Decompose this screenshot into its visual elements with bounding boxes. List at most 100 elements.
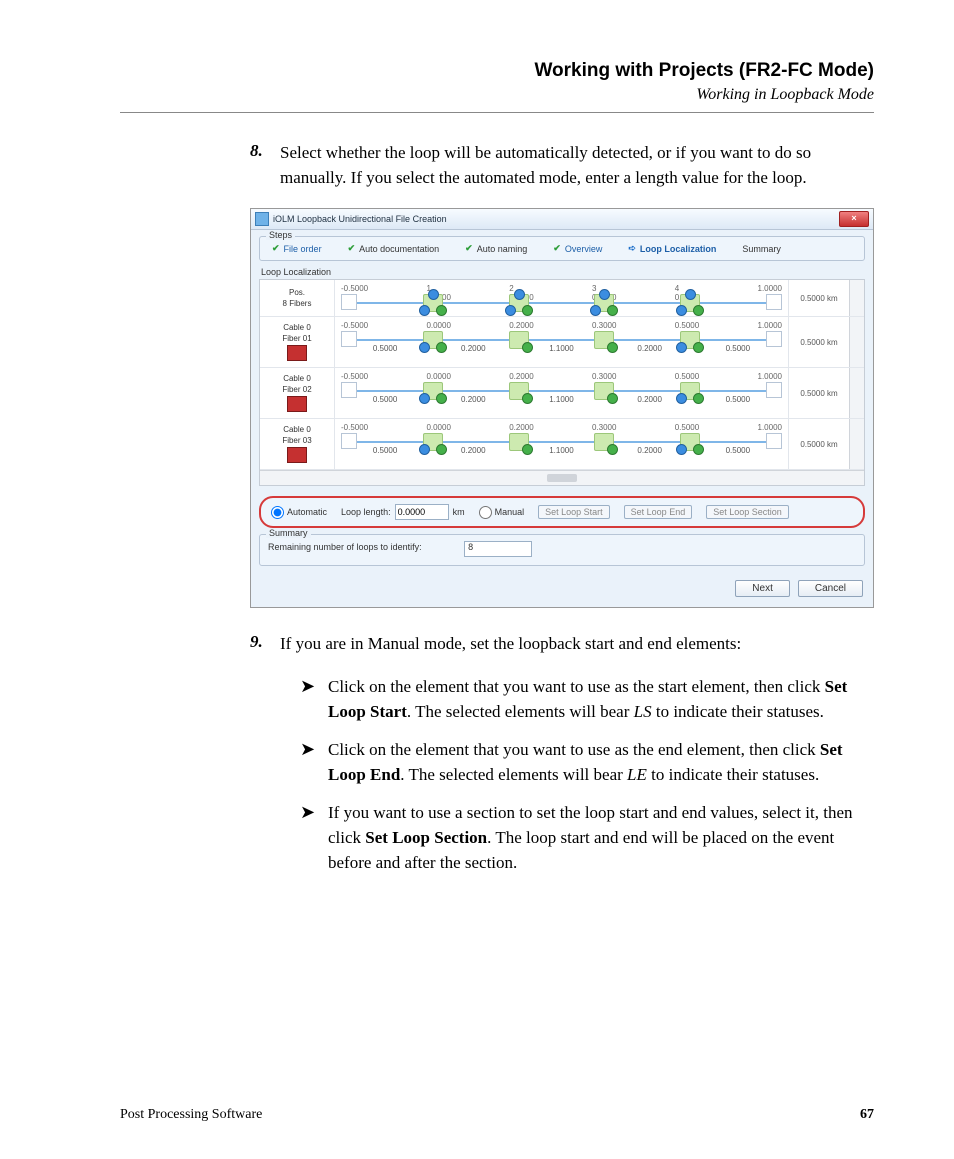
dialog-title: iOLM Loopback Unidirectional File Creati… <box>273 214 839 224</box>
info-badge-icon <box>514 289 525 300</box>
cancel-button[interactable]: Cancel <box>798 580 863 597</box>
step-summary-tab[interactable]: Summary <box>742 243 781 254</box>
step-auto-naming[interactable]: ✔Auto naming <box>465 243 527 254</box>
section-title: Working in Loopback Mode <box>120 86 874 104</box>
info-badge-icon <box>428 289 439 300</box>
bullet-arrow-icon: ➤ <box>300 675 328 724</box>
step-loop-localization[interactable]: ➪Loop Localization <box>628 243 716 254</box>
fiber-lane[interactable]: -0.5000 0.0000 0.2000 0.3000 0.5000 1.00… <box>335 419 788 469</box>
step-number: 8. <box>250 141 280 190</box>
badge-ok-icon <box>436 305 447 316</box>
km-total: 0.5000 km <box>788 368 849 418</box>
badge-a-icon <box>505 305 516 316</box>
check-icon: ✔ <box>465 243 473 254</box>
set-loop-start-button[interactable]: Set Loop Start <box>538 505 610 519</box>
page-footer: Post Processing Software 67 <box>120 1107 874 1123</box>
dialog-footer: Next Cancel <box>259 574 865 599</box>
event-node[interactable] <box>680 294 700 312</box>
step-auto-doc[interactable]: ✔Auto documentation <box>348 243 440 254</box>
pos-lane: -0.5000 10.0000 20.2000 30.3000 40.5000 … <box>335 280 788 316</box>
start-cap-icon[interactable] <box>341 294 357 310</box>
km-total: 0.5000 km <box>788 317 849 367</box>
bullet-1: ➤ Click on the element that you want to … <box>300 675 874 724</box>
info-badge-icon <box>599 289 610 300</box>
fiber-label: Cable 0 Fiber 03 <box>260 419 335 469</box>
step-8: 8. Select whether the loop will be autom… <box>250 141 874 190</box>
app-icon <box>255 212 269 226</box>
bullet-text: If you want to use a section to set the … <box>328 801 874 875</box>
event-node[interactable] <box>594 294 614 312</box>
hscroll[interactable] <box>260 470 864 485</box>
dialog-body: Steps ✔File order ✔Auto documentation ✔A… <box>251 230 873 607</box>
event-node[interactable] <box>509 294 529 312</box>
step-9: 9. If you are in Manual mode, set the lo… <box>250 632 874 657</box>
radio-automatic-input[interactable] <box>271 506 284 519</box>
info-badge-icon <box>685 289 696 300</box>
chapter-title: Working with Projects (FR2-FC Mode) <box>120 60 874 82</box>
badge-a-icon <box>590 305 601 316</box>
pos-header-cell: Pos. 8 Fibers <box>260 280 335 316</box>
fiber-label: Cable 0 Fiber 01 <box>260 317 335 367</box>
loop-mode-controls: Automatic Loop length: km Manual Set Loo… <box>259 496 865 528</box>
header-rule <box>120 112 874 113</box>
loop-length-input[interactable] <box>395 504 449 520</box>
step-text: If you are in Manual mode, set the loopb… <box>280 632 874 657</box>
check-icon: ✔ <box>348 243 356 254</box>
bullet-text: Click on the element that you want to us… <box>328 738 874 787</box>
dialog-titlebar: iOLM Loopback Unidirectional File Creati… <box>251 209 873 230</box>
set-loop-end-button[interactable]: Set Loop End <box>624 505 693 519</box>
arrow-icon: ➪ <box>628 243 636 254</box>
vscroll[interactable] <box>849 280 864 316</box>
radio-manual-input[interactable] <box>479 506 492 519</box>
badge-a-icon <box>676 305 687 316</box>
badge-a-icon <box>419 305 430 316</box>
summary-group: Summary Remaining number of loops to ide… <box>259 534 865 566</box>
end-cap-icon[interactable] <box>766 294 782 310</box>
km-total: 0.5000 km <box>788 419 849 469</box>
status-led-icon <box>287 345 307 361</box>
steps-group-label: Steps <box>266 230 295 240</box>
vscroll[interactable] <box>849 368 864 418</box>
dialog-screenshot: iOLM Loopback Unidirectional File Creati… <box>250 208 874 608</box>
fiber-row-2: Cable 0 Fiber 02 -0.5000 0.0000 0.2000 0… <box>260 368 864 419</box>
step-file-order[interactable]: ✔File order <box>272 243 322 254</box>
check-icon: ✔ <box>553 243 561 254</box>
loop-localization-label: Loop Localization <box>261 267 865 277</box>
step-text: Select whether the loop will be automati… <box>280 141 874 190</box>
page-number: 67 <box>860 1107 874 1123</box>
km-total: 0.5000 km <box>788 280 849 316</box>
summary-group-label: Summary <box>266 528 311 538</box>
set-loop-section-button[interactable]: Set Loop Section <box>706 505 789 519</box>
step-overview[interactable]: ✔Overview <box>553 243 602 254</box>
event-node[interactable] <box>423 294 443 312</box>
badge-ok-icon <box>607 305 618 316</box>
loop-length-field: Loop length: km <box>341 504 465 520</box>
fiber-row-1: Cable 0 Fiber 01 -0.5000 0.0000 0.2000 0… <box>260 317 864 368</box>
bullet-3: ➤ If you want to use a section to set th… <box>300 801 874 875</box>
step-number: 9. <box>250 632 280 657</box>
bullet-arrow-icon: ➤ <box>300 801 328 875</box>
position-row: Pos. 8 Fibers -0.5000 10.0000 20.2000 30… <box>260 280 864 317</box>
bullet-2: ➤ Click on the element that you want to … <box>300 738 874 787</box>
fiber-chart: Pos. 8 Fibers -0.5000 10.0000 20.2000 30… <box>259 279 865 486</box>
radio-automatic[interactable]: Automatic <box>271 506 327 519</box>
fiber-lane[interactable]: -0.5000 0.0000 0.2000 0.3000 0.5000 1.00… <box>335 317 788 367</box>
loops-remaining-value: 8 <box>464 541 532 557</box>
badge-ok-icon <box>693 305 704 316</box>
steps-group: Steps ✔File order ✔Auto documentation ✔A… <box>259 236 865 261</box>
status-led-icon <box>287 447 307 463</box>
vscroll[interactable] <box>849 317 864 367</box>
badge-ok-icon <box>522 305 533 316</box>
fiber-lane[interactable]: -0.5000 0.0000 0.2000 0.3000 0.5000 1.00… <box>335 368 788 418</box>
footer-product: Post Processing Software <box>120 1107 262 1123</box>
next-button[interactable]: Next <box>735 580 790 597</box>
fiber-label: Cable 0 Fiber 02 <box>260 368 335 418</box>
check-icon: ✔ <box>272 243 280 254</box>
wizard-steps: ✔File order ✔Auto documentation ✔Auto na… <box>266 241 858 254</box>
summary-text: Remaining number of loops to identify: <box>268 542 422 552</box>
scroll-thumb[interactable] <box>547 474 577 482</box>
vscroll[interactable] <box>849 419 864 469</box>
radio-manual[interactable]: Manual <box>479 506 525 519</box>
close-button[interactable]: × <box>839 211 869 227</box>
bullet-text: Click on the element that you want to us… <box>328 675 874 724</box>
